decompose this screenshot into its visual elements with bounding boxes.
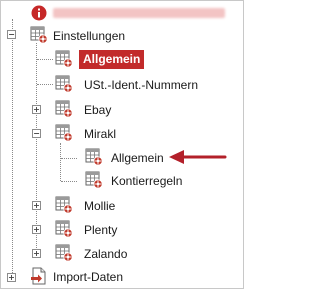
settings-icon: [85, 171, 103, 189]
settings-icon: [30, 26, 48, 44]
expand-toggle-import-daten[interactable]: +: [7, 273, 16, 282]
settings-icon: [55, 75, 73, 93]
tree-item-plenty[interactable]: Plenty: [84, 220, 117, 240]
navigation-tree-panel: − Einstellungen Allgemein USt.-Ident.-Nu…: [0, 0, 244, 289]
expand-toggle-mollie[interactable]: +: [32, 201, 41, 210]
settings-icon: [85, 148, 103, 166]
info-icon: [31, 5, 47, 21]
tree-line: [12, 19, 13, 277]
tree-line: [36, 43, 37, 254]
expand-toggle-ebay[interactable]: +: [32, 105, 41, 114]
expand-toggle-plenty[interactable]: +: [32, 225, 41, 234]
tree-item-mollie[interactable]: Mollie: [84, 196, 115, 216]
tree-item-kontierregeln[interactable]: Kontierregeln: [111, 171, 182, 191]
settings-icon: [55, 220, 73, 238]
tree-line: [61, 158, 77, 159]
settings-icon: [55, 244, 73, 262]
settings-icon: [55, 124, 73, 142]
tree-item-zalando[interactable]: Zalando: [84, 244, 127, 264]
tree-item-mirakl-allgemein[interactable]: Allgemein: [111, 148, 164, 168]
settings-icon: [55, 50, 73, 68]
tree-item-allgemein-selected[interactable]: Allgemein: [79, 50, 145, 69]
tree-item-einstellungen[interactable]: Einstellungen: [53, 26, 125, 46]
tree-line: [61, 181, 77, 182]
tree-line: [60, 143, 61, 181]
tree-item-mirakl[interactable]: Mirakl: [84, 124, 116, 144]
settings-icon: [55, 196, 73, 214]
import-document-icon: [31, 267, 46, 285]
tree-line: [37, 59, 53, 60]
settings-icon: [55, 100, 73, 118]
collapse-toggle-einstellungen[interactable]: −: [7, 30, 16, 39]
tree-line: [37, 84, 53, 85]
tree-item-import-daten[interactable]: Import-Daten: [53, 267, 123, 287]
tree-item-ebay[interactable]: Ebay: [84, 100, 111, 120]
tree-item-ust-ident-nummern[interactable]: USt.-Ident.-Nummern: [84, 75, 198, 95]
expand-toggle-zalando[interactable]: +: [32, 249, 41, 258]
collapse-toggle-mirakl[interactable]: −: [32, 129, 41, 138]
root-label-redacted: [53, 8, 225, 18]
annotation-arrow-icon: [169, 150, 227, 164]
